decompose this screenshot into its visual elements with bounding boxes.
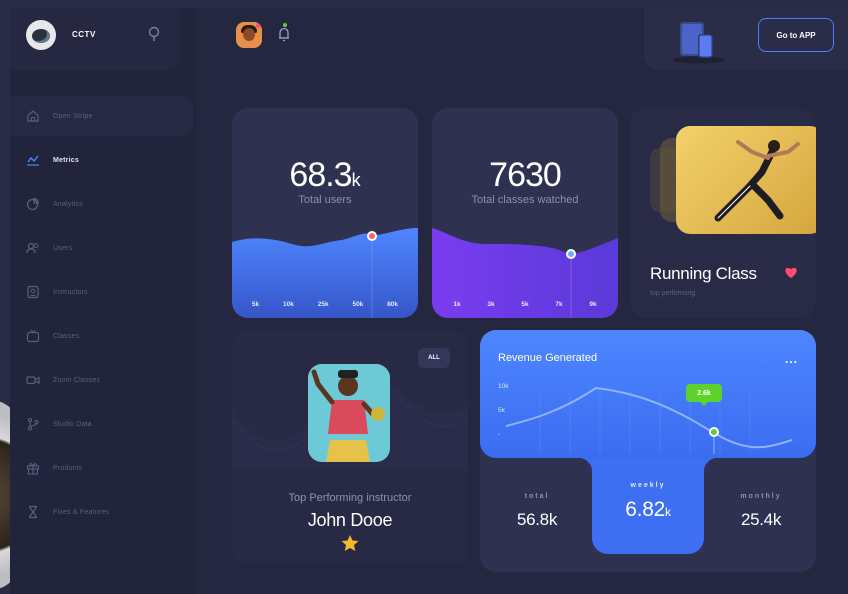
cctv-logo-icon — [26, 20, 56, 50]
running-class-photo — [676, 126, 816, 234]
sidebar-item-products[interactable]: Products — [10, 448, 196, 488]
instructor-name: John Dooe — [307, 510, 393, 530]
sidebar-item-zoom-classes[interactable]: Zoom Classes — [10, 360, 196, 400]
devices-icon — [673, 22, 725, 64]
x-axis-ticks: 5k 10k 25k 50k 80k — [232, 301, 418, 308]
tick-label: 10k — [283, 301, 294, 308]
tv-icon — [26, 329, 40, 343]
user-avatar[interactable] — [236, 22, 262, 48]
period-label-total: total — [524, 493, 550, 500]
sidebar-item-label: Studio Data — [53, 420, 92, 428]
id-badge-icon — [27, 285, 39, 299]
tick-label: 5k — [521, 301, 529, 308]
sidebar-item-users[interactable]: Users — [10, 228, 196, 268]
period-value-weekly: 6.82k — [625, 498, 671, 521]
location-pin-icon[interactable] — [146, 26, 162, 44]
stat-label: Total classes watched — [471, 194, 579, 206]
branch-icon — [27, 417, 39, 431]
running-class-title: Running Class — [650, 264, 757, 283]
home-icon — [27, 110, 39, 122]
y-label: 10k — [498, 383, 509, 390]
sidebar-item-analytics[interactable]: Analytics — [10, 184, 196, 224]
x-axis-ticks: 1k 3k 5k 7k 9k — [432, 301, 618, 308]
revenue-chart-card: Revenue Generated ... 10k 5k - 2.6k — [480, 330, 816, 458]
sidebar-item-metrics[interactable]: Metrics — [10, 140, 196, 180]
stat-label: Total users — [298, 194, 352, 206]
go-to-app-button[interactable]: Go to APP — [758, 18, 834, 52]
instructor-caption: Top Performing instructor — [288, 492, 412, 504]
total-users-card: 68.3k Total users 5k 10k 25k 50k 80k — [232, 108, 418, 318]
heart-icon[interactable] — [784, 266, 798, 279]
sidebar-item-fixes-features[interactable]: Fixes & Features — [10, 492, 196, 532]
trend-chart-icon — [27, 155, 39, 166]
y-label: - — [498, 431, 500, 438]
pie-chart-icon — [26, 197, 40, 211]
sidebar-item-label: Zoom Classes — [53, 376, 101, 384]
sidebar-item-label: Classes — [53, 332, 80, 340]
tick-label: 50k — [352, 301, 364, 308]
top-instructor-card: ALL Top Performing instructor John Dooe — [232, 330, 468, 564]
sidebar: CCTV Open Stripe Metrics Analytics Users — [10, 8, 196, 594]
sidebar-item-label: Products — [53, 464, 83, 472]
revenue-line-chart: 10k 5k - — [498, 383, 793, 454]
users-icon — [26, 242, 39, 254]
period-label-weekly: weekly — [630, 482, 666, 489]
brand-header: CCTV — [10, 8, 180, 70]
runner-figure — [714, 140, 800, 222]
y-label: 5k — [498, 407, 506, 414]
notification-dot — [256, 23, 261, 28]
hourglass-icon — [29, 505, 37, 519]
app-window: CCTV Open Stripe Metrics Analytics Users — [10, 8, 848, 594]
running-class-card[interactable]: Running Class top performing — [630, 108, 816, 318]
tick-label: 9k — [589, 301, 597, 308]
running-class-subtitle: top performing — [650, 290, 696, 297]
stat-value: 68.3k — [289, 156, 361, 194]
sidebar-item-label: Analytics — [53, 200, 83, 208]
stat-value: 7630 — [489, 156, 562, 194]
more-options-icon[interactable]: ... — [785, 352, 798, 366]
tick-label: 1k — [453, 301, 461, 308]
period-value-monthly: 25.4k — [740, 510, 782, 529]
gift-icon — [26, 463, 40, 475]
sidebar-item-label: Users — [53, 244, 73, 252]
sidebar-item-instructors[interactable]: Instructors — [10, 272, 196, 312]
sidebar-item-classes[interactable]: Classes — [10, 316, 196, 356]
sidebar-item-label: Instructors — [53, 288, 88, 296]
filter-all-badge[interactable]: ALL — [418, 348, 450, 368]
total-classes-card: 7630 Total classes watched 1k 3k 5k 7k 9… — [432, 108, 618, 318]
video-camera-icon — [26, 376, 40, 385]
tick-label: 7k — [555, 301, 563, 308]
sidebar-item-label: Metrics — [53, 156, 79, 164]
sidebar-item-studio-data[interactable]: Studio Data — [10, 404, 196, 444]
value-tooltip: 2.6k — [686, 384, 722, 406]
bell-icon[interactable] — [276, 22, 292, 44]
period-value-total: 56.8k — [516, 510, 558, 529]
tick-label: 5k — [251, 301, 260, 308]
revenue-title: Revenue Generated — [498, 352, 598, 364]
brand-name: CCTV — [72, 30, 96, 39]
tick-label: 80k — [387, 301, 399, 308]
star-icon — [341, 535, 359, 551]
sidebar-item-open-stripe[interactable]: Open Stripe — [10, 96, 194, 136]
instructor-photo — [308, 364, 390, 462]
tick-label: 25k — [317, 301, 329, 308]
tick-label: 3k — [487, 301, 495, 308]
sidebar-item-label: Open Stripe — [53, 112, 93, 120]
sidebar-item-label: Fixes & Features — [53, 508, 110, 516]
period-label-monthly: monthly — [740, 493, 782, 500]
